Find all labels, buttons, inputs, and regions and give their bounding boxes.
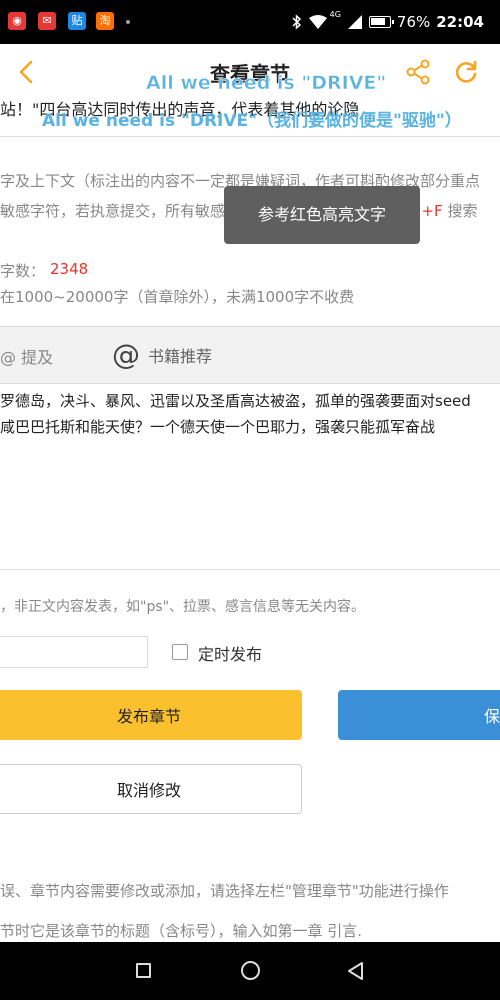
at-icon: @ <box>112 338 140 371</box>
editor-toolbar: @ 提及 @ 书籍推荐 <box>0 326 500 384</box>
network-type: 4G <box>329 10 341 19</box>
tip-line-2: 节时它是该章节的标题（含标号），输入如第一章 引言. <box>0 922 363 940</box>
status-bar: ◉ ✉ 贴 淘 4G 76% 22:04 <box>0 0 500 44</box>
notification-dot <box>126 20 130 24</box>
save-button[interactable]: 保 <box>338 690 500 740</box>
clock: 22:04 <box>436 13 484 31</box>
bluetooth-icon <box>292 14 301 30</box>
toast-message: 参考红色高亮文字 <box>224 186 420 244</box>
app-chat-icon: ✉ <box>38 12 56 30</box>
cancel-edit-button[interactable]: 取消修改 <box>0 764 302 814</box>
home-icon[interactable] <box>241 961 260 980</box>
divider <box>0 136 500 137</box>
recents-icon[interactable] <box>136 963 151 978</box>
book-recommend-button[interactable]: @ 书籍推荐 <box>112 337 212 373</box>
navigation-bar <box>0 942 500 1000</box>
mention-button[interactable]: @ 提及 <box>0 344 53 368</box>
wifi-icon <box>308 15 327 29</box>
schedule-label: 定时发布 <box>198 645 263 664</box>
app-netease-icon: ◉ <box>8 12 26 30</box>
signal-icon <box>347 15 362 29</box>
overlay-caption-2: All we need is "DRIVE"（我们要做的便是"驱驰"） <box>42 111 462 131</box>
refresh-icon[interactable] <box>452 58 480 86</box>
app-tieba-icon: 贴 <box>68 12 86 30</box>
content-notice: ，非正文内容发表，如"ps"、拉票、感言信息等无关内容。 <box>0 599 366 615</box>
book-recommend-label: 书籍推荐 <box>148 347 213 366</box>
share-icon[interactable] <box>404 58 432 86</box>
divider <box>0 569 500 570</box>
hint-text-end: 搜索 <box>442 202 478 220</box>
overlay-caption-1: All we need is "DRIVE" <box>146 72 387 95</box>
chapter-content-textarea[interactable]: 罗德岛，决斗、暴风、迅雷以及圣盾高达被盗，孤单的强袭要面对seed 咸巴巴托斯和… <box>0 388 500 568</box>
schedule-time-input[interactable] <box>0 636 148 668</box>
content-line: 咸巴巴托斯和能天使？一个德天使一个巴耶力，强袭只能孤军奋战 <box>0 418 436 436</box>
battery-icon <box>368 16 394 28</box>
word-count-note: 在1000~20000字（首章除外），未满1000字不收费 <box>0 288 355 306</box>
content-line: 罗德岛，决斗、暴风、迅雷以及圣盾高达被盗，孤单的强袭要面对seed <box>0 392 471 410</box>
schedule-checkbox[interactable] <box>172 644 188 660</box>
battery-level: 76% <box>396 13 431 31</box>
word-count-label: 字数： <box>0 262 46 280</box>
back-nav-icon[interactable] <box>346 961 366 981</box>
publish-chapter-button[interactable]: 发布章节 <box>0 690 302 740</box>
tip-line-1: 误、章节内容需要修改或添加，请选择左栏"管理章节"功能进行操作 <box>0 882 449 900</box>
app-taobao-icon: 淘 <box>96 12 114 30</box>
word-count-value: 2348 <box>50 260 89 278</box>
